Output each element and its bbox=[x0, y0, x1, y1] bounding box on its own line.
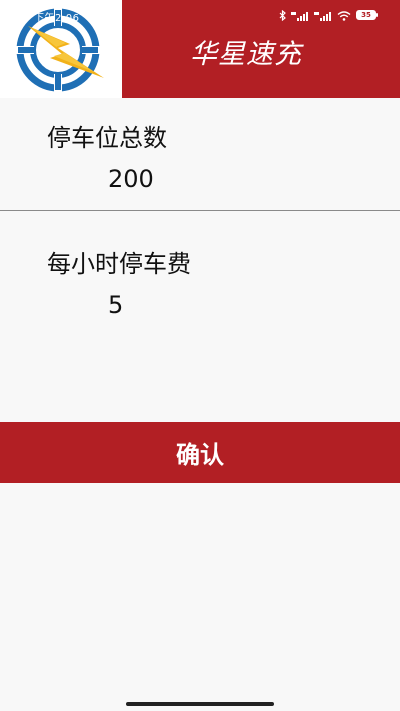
home-indicator[interactable] bbox=[126, 702, 274, 706]
page-title: 华星速充 bbox=[190, 39, 302, 70]
hourly-fee-value[interactable]: 5 bbox=[108, 291, 123, 319]
confirm-button[interactable]: 确认 bbox=[0, 422, 400, 483]
divider bbox=[0, 210, 400, 211]
title-bar: 华星速充 35 bbox=[122, 0, 400, 98]
wifi-icon bbox=[337, 6, 351, 25]
logo-container: 下午2:06 bbox=[0, 0, 122, 98]
battery-icon: 35 bbox=[356, 10, 378, 20]
hourly-fee-label: 每小时停车费 bbox=[47, 250, 191, 278]
parking-settings-screen: 下午2:06 华星速充 35 停车位总数 200 每小时停车费 5 确认 bbox=[0, 0, 400, 711]
total-spaces-label: 停车位总数 bbox=[47, 124, 167, 152]
hd-signal-icon bbox=[291, 6, 309, 25]
status-time: 下午2:06 bbox=[34, 13, 80, 24]
bluetooth-icon bbox=[279, 6, 286, 25]
total-spaces-value[interactable]: 200 bbox=[108, 165, 154, 193]
status-icons: 35 bbox=[279, 6, 378, 25]
app-header: 下午2:06 华星速充 35 bbox=[0, 0, 400, 98]
hd-signal-icon bbox=[314, 6, 332, 25]
